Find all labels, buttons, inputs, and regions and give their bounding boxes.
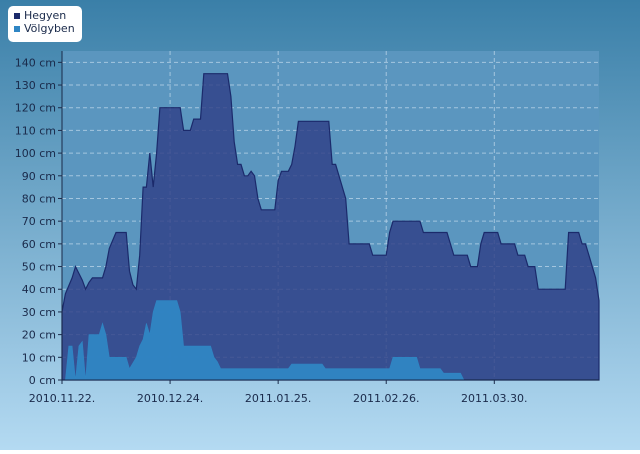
chart-svg: 0 cm 10 cm 20 cm 30 cm 40 cm 50 cm 60 cm 70 cm 8… [0, 0, 640, 450]
y-tick-label: 60 cm [22, 238, 56, 251]
legend-swatch [14, 26, 20, 32]
y-tick-label: 140 cm [15, 56, 56, 69]
x-tick-label: 2010.11.22. [29, 392, 95, 405]
legend: HegyenVölgyben [8, 6, 82, 42]
y-tick-label: 130 cm [15, 79, 56, 92]
y-tick-label: 110 cm [15, 124, 56, 137]
x-tick-label: 2011.03.30. [461, 392, 527, 405]
y-tick-label: 10 cm [22, 351, 56, 364]
y-tick-label: 100 cm [15, 147, 56, 160]
y-tick-label: 0 cm [29, 374, 56, 387]
y-tick-label: 80 cm [22, 192, 56, 205]
legend-label: Hegyen [24, 9, 66, 22]
legend-label: Völgyben [24, 22, 75, 35]
y-tick-label: 50 cm [22, 261, 56, 274]
x-tick-label: 2010.12.24. [137, 392, 203, 405]
x-tick-label: 2011.02.26. [353, 392, 419, 405]
x-tick-label: 2011.01.25. [245, 392, 311, 405]
y-tick-label: 40 cm [22, 283, 56, 296]
y-tick-label: 90 cm [22, 170, 56, 183]
y-tick-label: 120 cm [15, 102, 56, 115]
y-tick-label: 20 cm [22, 329, 56, 342]
y-tick-label: 30 cm [22, 306, 56, 319]
y-tick-label: 70 cm [22, 215, 56, 228]
legend-swatch [14, 13, 20, 19]
chart-root: 0 cm 10 cm 20 cm 30 cm 40 cm 50 cm 60 cm 70 cm 8… [0, 0, 640, 450]
